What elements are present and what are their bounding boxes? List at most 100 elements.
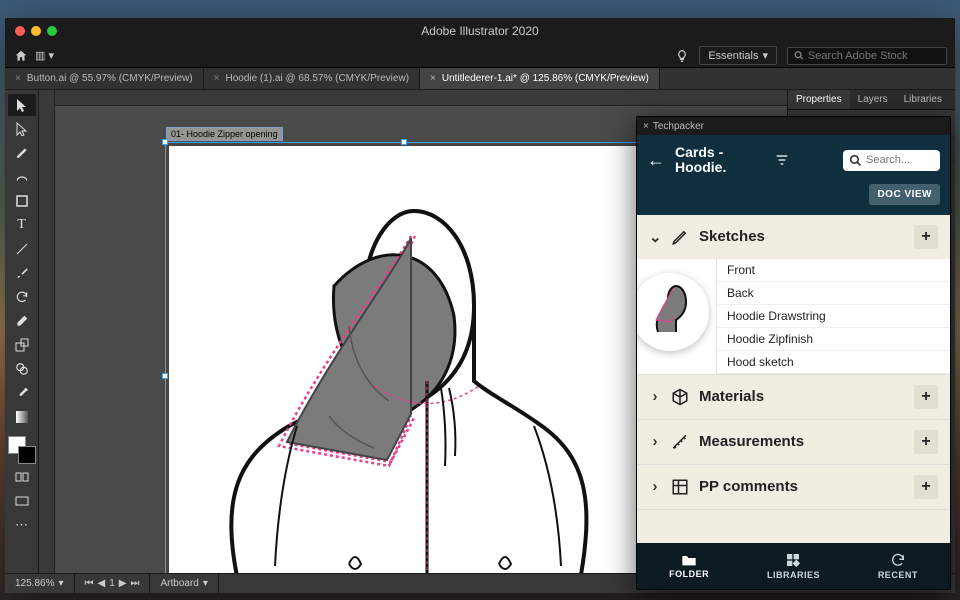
techpacker-search-input[interactable] (866, 154, 934, 166)
list-item[interactable]: Hood sketch (717, 351, 950, 374)
document-tab[interactable]: × Button.ai @ 55.97% (CMYK/Preview) (5, 68, 204, 89)
next-icon[interactable]: ▶ (119, 578, 127, 589)
last-icon[interactable]: ⏭ (130, 578, 139, 589)
document-tab[interactable]: × Hoodie (1).ai @ 68.57% (CMYK/Preview) (204, 68, 420, 89)
direct-selection-tool[interactable] (8, 118, 36, 140)
maximize-window-button[interactable] (47, 26, 57, 36)
rotate-tool[interactable] (8, 286, 36, 308)
nav-folder[interactable]: FOLDER (637, 543, 741, 589)
chevron-right-icon: › (649, 478, 661, 495)
artboard-label: Artboard (160, 578, 198, 589)
first-icon[interactable]: ⏮ (85, 578, 94, 589)
type-tool[interactable]: T (8, 214, 36, 236)
sort-icon[interactable] (774, 152, 790, 168)
artboard-selector[interactable]: Artboard ▾ (150, 574, 218, 593)
edit-toolbar-icon[interactable]: ⋯ (8, 514, 36, 536)
close-window-button[interactable] (15, 26, 25, 36)
close-panel-icon[interactable]: × (643, 121, 649, 132)
add-measurement-button[interactable]: + (914, 430, 938, 454)
eyedropper-tool[interactable] (8, 382, 36, 404)
close-tab-icon[interactable]: × (15, 73, 21, 84)
nav-label: FOLDER (669, 569, 709, 579)
nav-recent[interactable]: RECENT (846, 543, 950, 589)
list-item[interactable]: Back (717, 282, 950, 305)
close-tab-icon[interactable]: × (214, 73, 220, 84)
nav-label: RECENT (878, 570, 918, 580)
resize-handle[interactable] (401, 139, 407, 145)
grid-icon (671, 478, 689, 496)
artboard-nav[interactable]: ⏮ ◀ 1 ▶ ⏭ (75, 574, 151, 593)
techpacker-search[interactable] (843, 150, 940, 171)
panel-title: Techpacker (653, 121, 704, 132)
list-item[interactable]: Front (717, 259, 950, 282)
chevron-right-icon: › (649, 433, 661, 450)
window-titlebar: Adobe Illustrator 2020 (5, 18, 955, 44)
section-header-ppcomments[interactable]: › PP comments + (637, 465, 950, 509)
panel-tab-properties[interactable]: Properties (788, 90, 850, 109)
section-header-measurements[interactable]: › Measurements + (637, 420, 950, 464)
app-topbar: ▥ ▾ Essentials ▾ (5, 44, 955, 68)
ruler-icon (671, 433, 689, 451)
section-header-sketches[interactable]: ⌄ Sketches + (637, 215, 950, 259)
techpacker-bottom-nav: FOLDER LIBRARIES RECENT (637, 543, 950, 589)
list-item[interactable]: Hoodie Drawstring (717, 305, 950, 328)
prev-icon[interactable]: ◀ (98, 578, 106, 589)
section-label: Sketches (699, 228, 765, 245)
techpacker-header: ← Cards - Hoodie. (637, 135, 950, 184)
section-header-materials[interactable]: › Materials + (637, 375, 950, 419)
pen-tool[interactable] (8, 142, 36, 164)
panel-tab-layers[interactable]: Layers (850, 90, 896, 109)
adobe-stock-search[interactable] (787, 47, 947, 65)
lightbulb-icon[interactable] (675, 49, 689, 63)
chevron-right-icon: › (649, 388, 661, 405)
document-tab[interactable]: × Untitlederer-1.ai* @ 125.86% (CMYK/Pre… (420, 68, 660, 89)
document-tab-label: Button.ai @ 55.97% (CMYK/Preview) (27, 73, 193, 84)
panel-titlebar[interactable]: × Techpacker (637, 117, 950, 135)
techpacker-panel: × Techpacker ← Cards - Hoodie. DOC VIEW … (636, 116, 951, 590)
line-tool[interactable] (8, 238, 36, 260)
minimize-window-button[interactable] (31, 26, 41, 36)
artboard[interactable]: 01- Hoodie Zipper opening (169, 146, 639, 573)
shape-builder-tool[interactable] (8, 358, 36, 380)
techpacker-body: ⌄ Sketches + Fron (637, 215, 950, 543)
curvature-tool[interactable] (8, 166, 36, 188)
folder-icon (681, 553, 697, 567)
add-sketch-button[interactable]: + (914, 225, 938, 249)
window-controls (15, 26, 57, 36)
sketch-content: Front Back Hoodie Drawstring Hoodie Zipf… (637, 259, 950, 374)
add-ppcomment-button[interactable]: + (914, 475, 938, 499)
resize-handle[interactable] (162, 139, 168, 145)
doc-view-button[interactable]: DOC VIEW (869, 184, 940, 205)
gradient-tool[interactable] (8, 406, 36, 428)
artboard-number: 1 (109, 578, 115, 589)
resize-handle[interactable] (162, 373, 168, 379)
workspace-switcher[interactable]: Essentials ▾ (699, 46, 777, 65)
scale-tool[interactable] (8, 334, 36, 356)
stock-search-input[interactable] (808, 50, 940, 62)
back-arrow-icon[interactable]: ← (647, 150, 665, 171)
chevron-down-icon: ▾ (762, 49, 768, 62)
zoom-level[interactable]: 125.86% ▾ (5, 574, 75, 593)
nav-label: LIBRARIES (767, 570, 820, 580)
screen-mode-icon[interactable] (8, 490, 36, 512)
chevron-down-icon: ▾ (203, 578, 208, 589)
chevron-down-icon: ▾ (58, 578, 63, 589)
home-icon[interactable] (13, 48, 29, 64)
view-switch-icon[interactable]: ▥ ▾ (35, 49, 54, 62)
sketch-thumbnail[interactable] (637, 259, 717, 374)
stroke-swatch[interactable] (18, 446, 36, 464)
fill-stroke-swatch[interactable] (8, 436, 36, 464)
nav-libraries[interactable]: LIBRARIES (741, 543, 845, 589)
add-material-button[interactable]: + (914, 385, 938, 409)
section-label: PP comments (699, 478, 798, 495)
selection-tool[interactable] (8, 94, 36, 116)
panel-tab-libraries[interactable]: Libraries (896, 90, 950, 109)
close-tab-icon[interactable]: × (430, 73, 436, 84)
list-item[interactable]: Hoodie Zipfinish (717, 328, 950, 351)
rectangle-tool[interactable] (8, 190, 36, 212)
libraries-icon (785, 552, 801, 568)
selection-label: 01- Hoodie Zipper opening (166, 127, 283, 141)
draw-mode-icon[interactable] (8, 466, 36, 488)
paintbrush-tool[interactable] (8, 262, 36, 284)
eraser-tool[interactable] (8, 310, 36, 332)
